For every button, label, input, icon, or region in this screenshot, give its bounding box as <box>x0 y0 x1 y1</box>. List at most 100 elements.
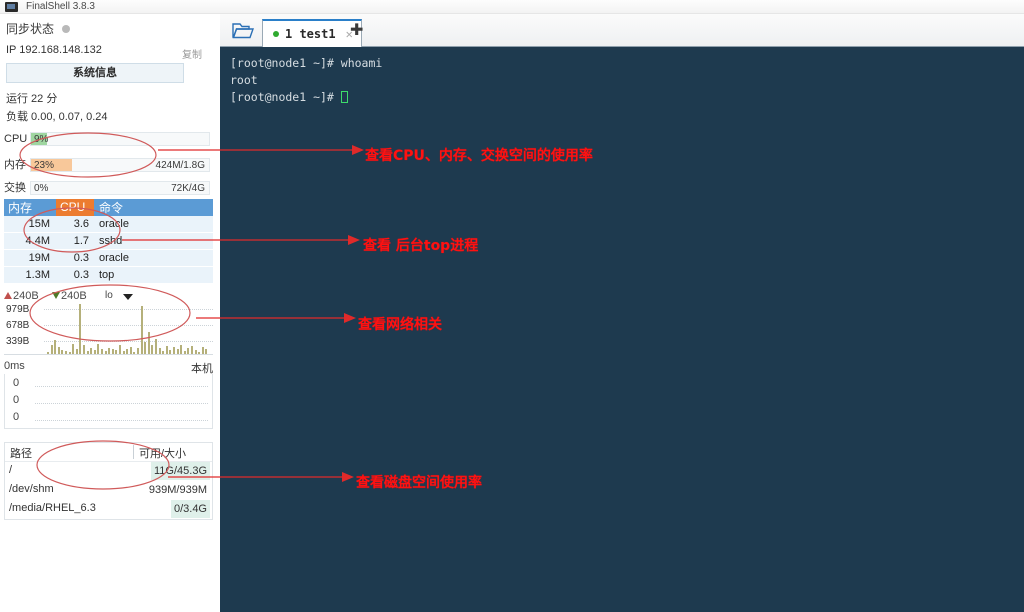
process-table-header: 内存 CPU 命令 <box>4 199 213 216</box>
table-row[interactable]: 19M 0.3 oracle <box>4 250 213 267</box>
table-row[interactable]: 4.4M 1.7 sshd <box>4 233 213 250</box>
network-bar <box>72 344 75 354</box>
load-average-label: 负载 0.00, 0.07, 0.24 <box>6 111 108 123</box>
upload-rate: 240B <box>13 290 39 302</box>
swap-meter-percent: 0% <box>34 183 49 194</box>
network-bar <box>205 349 208 354</box>
network-bar <box>151 345 154 354</box>
process-memory: 4.4M <box>25 235 50 247</box>
upload-arrow-icon <box>4 292 12 299</box>
network-bar <box>191 346 193 354</box>
cpu-meter-label: CPU <box>4 133 28 145</box>
network-bar <box>162 351 165 354</box>
network-bar <box>75 349 78 354</box>
swap-meter-label: 交换 <box>4 182 26 194</box>
table-row[interactable]: 15M 3.6 oracle <box>4 216 213 233</box>
chevron-down-icon[interactable] <box>123 294 133 300</box>
title-bar: FinalShell 3.8.3 <box>0 0 1024 14</box>
disk-path: /dev/shm <box>9 483 54 495</box>
network-bar <box>140 306 143 354</box>
latency-value: 0ms <box>4 360 25 372</box>
network-bar <box>57 347 60 354</box>
latency-y-label-0: 0 <box>13 377 20 389</box>
network-bar <box>101 349 103 354</box>
process-cpu: 0.3 <box>73 252 89 264</box>
table-row[interactable]: /media/RHEL_6.3 0/3.4G <box>5 500 212 519</box>
monitor-icon <box>5 2 18 12</box>
network-bar <box>54 340 57 354</box>
network-bar <box>104 351 107 354</box>
network-bar <box>129 347 132 354</box>
swap-meter: 交换 0% 72K/4G <box>0 181 214 196</box>
terminal-tab[interactable]: 1 test1 ✕ <box>262 19 362 47</box>
ip-address-label: IP 192.168.148.132 <box>6 44 102 56</box>
network-bar <box>111 349 114 354</box>
terminal-tab-label: 1 test1 <box>285 27 336 41</box>
network-bar <box>187 348 190 354</box>
process-cpu: 3.6 <box>73 218 89 230</box>
plus-icon[interactable]: ✚ <box>350 23 363 39</box>
network-bar <box>137 348 139 354</box>
sync-status-label: 同步状态 <box>6 22 55 36</box>
network-y-label-2: 339B <box>6 336 30 347</box>
terminal-line: root <box>230 73 258 87</box>
network-y-label-0: 979B <box>6 304 30 315</box>
network-bar <box>83 345 85 354</box>
process-cpu: 1.7 <box>73 235 89 247</box>
gridline <box>35 403 208 404</box>
network-bar <box>183 351 186 354</box>
process-memory: 19M <box>28 252 50 264</box>
disk-path: /media/RHEL_6.3 <box>9 502 96 514</box>
memory-meter-label: 内存 <box>4 159 26 171</box>
network-bar <box>68 352 71 354</box>
process-command: sshd <box>99 235 123 247</box>
process-header-command: 命令 <box>99 201 124 215</box>
cpu-meter-percent: 9% <box>34 134 49 145</box>
gridline <box>35 420 208 421</box>
disk-header-path: 路径 <box>10 448 32 460</box>
cpu-meter: CPU 9% <box>0 132 214 147</box>
process-header-cpu: CPU <box>56 199 94 216</box>
network-bar <box>201 347 204 354</box>
network-interface-label[interactable]: lo <box>105 290 113 301</box>
cpu-meter-bar: 9% <box>30 132 210 146</box>
network-bar <box>158 348 161 354</box>
copy-button[interactable]: 复制 <box>182 46 202 61</box>
process-header-memory: 内存 <box>8 201 33 215</box>
process-command: oracle <box>99 218 129 230</box>
network-bar <box>155 339 157 354</box>
network-bar <box>93 350 96 354</box>
network-bar <box>180 345 183 354</box>
latency-chart: 0 0 0 <box>4 374 213 429</box>
network-bar <box>90 348 93 354</box>
table-row[interactable]: 1.3M 0.3 top <box>4 267 213 284</box>
block-cursor <box>340 91 348 103</box>
disk-path: / <box>9 464 13 476</box>
network-bar <box>61 350 64 354</box>
network-bar <box>165 346 168 354</box>
folder-open-icon[interactable] <box>232 22 254 39</box>
terminal-panel: 1 test1 ✕ ✚ [root@node1 ~]# whoami root … <box>220 14 1024 612</box>
network-bar <box>119 345 121 354</box>
network-y-label-1: 678B <box>6 320 30 331</box>
disk-value: 0/3.4G <box>170 500 210 518</box>
table-row[interactable]: /dev/shm 939M/939M <box>5 481 212 500</box>
gridline <box>44 309 213 310</box>
annotation-network: 查看网络相关 <box>358 317 442 333</box>
connected-dot-icon <box>273 31 279 37</box>
process-memory: 1.3M <box>25 269 50 281</box>
memory-meter-bar: 23% 424M/1.8G <box>30 158 210 172</box>
disk-table-header: 路径 可用/大小 <box>5 443 212 462</box>
network-bar <box>198 352 201 354</box>
table-row[interactable]: / 11G/45.3G <box>5 462 212 481</box>
network-bar <box>50 345 53 354</box>
gridline <box>44 341 213 342</box>
swap-meter-bar: 0% 72K/4G <box>30 181 210 195</box>
terminal-output[interactable]: [root@node1 ~]# whoami root [root@node1 … <box>220 47 1024 612</box>
process-cpu: 0.3 <box>73 269 89 281</box>
swap-meter-detail: 72K/4G <box>171 183 205 194</box>
system-info-button[interactable]: 系统信息 <box>6 63 184 83</box>
download-rate: 240B <box>61 290 87 302</box>
latency-summary: 0ms 本机 <box>4 360 213 375</box>
latency-y-label-1: 0 <box>13 394 20 406</box>
